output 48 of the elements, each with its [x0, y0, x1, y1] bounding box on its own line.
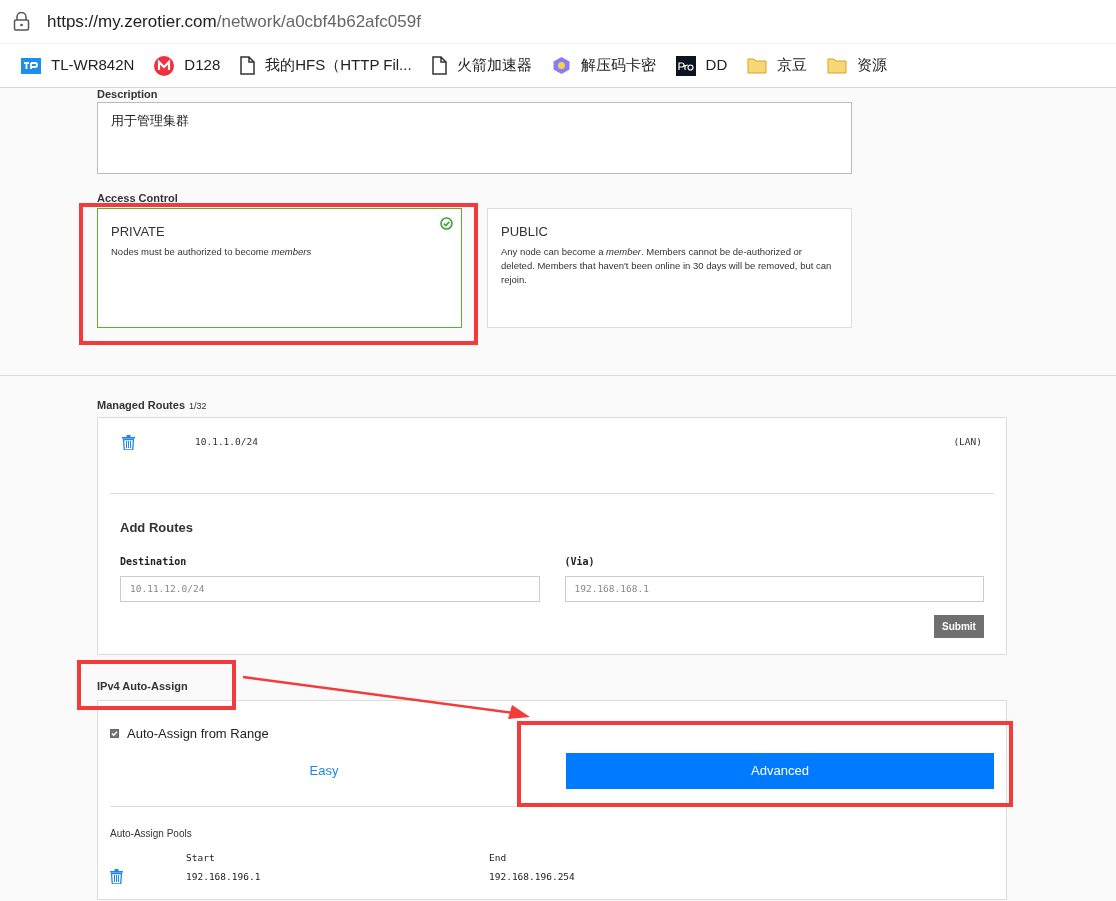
add-routes-title: Add Routes — [120, 519, 194, 537]
folder-icon — [747, 57, 768, 74]
bookmark[interactable]: D128 — [154, 54, 221, 77]
assign-mode-tab[interactable]: Advanced — [566, 753, 994, 789]
destination-field[interactable]: 10.11.12.0/24 — [120, 575, 540, 602]
managed-routes-label: Managed Routes — [97, 397, 185, 413]
destination-label: Destination — [120, 554, 188, 569]
bookmark[interactable]: DD — [675, 54, 728, 77]
pool-start: 192.168.196.1 — [186, 870, 262, 885]
via-label: (Via) — [564, 554, 596, 569]
bookmark[interactable]: 资源 — [827, 54, 888, 77]
access-option-text: Nodes must be authorized to become members — [111, 245, 313, 259]
bookmark[interactable]: 解压码卡密 — [551, 54, 656, 77]
tp-logo-icon — [21, 57, 41, 74]
pool-end: 192.168.196.254 — [489, 870, 575, 885]
access-option-title: PRIVATE — [111, 222, 166, 241]
m-logo-icon — [154, 55, 175, 76]
bookmark[interactable]: 我的HFS（HTTP Fil... — [240, 54, 412, 77]
trash-icon[interactable] — [122, 435, 135, 450]
page-icon — [240, 56, 256, 75]
lock-icon — [13, 12, 30, 31]
auto-assign-label: Auto-Assign from Range — [127, 724, 269, 743]
check-circle-icon — [440, 216, 453, 230]
bookmark[interactable]: 京豆 — [747, 54, 808, 77]
access-option-title: PUBLIC — [501, 222, 549, 241]
access-option-card[interactable]: PUBLIC Any node can become a member. Members cannot be de-authorized or deleted. Members that haven't been online in 30 days will be removed, but can rejoin. — [487, 207, 852, 328]
pool-end-label: End — [489, 851, 508, 865]
ipv4-label: IPv4 Auto-Assign — [97, 679, 189, 694]
folder-icon — [827, 57, 848, 74]
description-label: Description — [97, 88, 159, 102]
pool-start-label: Start — [186, 851, 216, 865]
bookmark[interactable]: 火箭加速器 — [431, 54, 532, 77]
access-option-text: Any node can become a member. Members cannot be de-authorized or deleted. Members that haven't been online in 30 days will be removed, but can rejoin. — [501, 245, 833, 287]
route-target: 10.1.1.0/24 — [195, 435, 259, 450]
page-icon — [431, 56, 447, 75]
access-option-card[interactable]: PRIVATE Nodes must be authorized to become members — [97, 207, 462, 328]
via-field[interactable]: 192.168.168.1 — [564, 575, 984, 602]
hexagon-logo-icon — [551, 56, 571, 75]
pools-label: Auto-Assign Pools — [110, 827, 193, 841]
trash-icon[interactable] — [110, 868, 123, 884]
route-count: 1/32 — [189, 399, 207, 413]
description-field[interactable]: 用于管理集群 — [97, 102, 852, 174]
submit-button[interactable]: Submit — [934, 614, 984, 638]
pro-logo-icon — [675, 55, 696, 76]
bookmark[interactable]: TL-WR842N — [21, 54, 135, 77]
access-control-label: Access Control — [97, 191, 179, 206]
auto-assign-checkbox[interactable] — [110, 728, 119, 738]
route-via: (LAN) — [953, 435, 982, 450]
